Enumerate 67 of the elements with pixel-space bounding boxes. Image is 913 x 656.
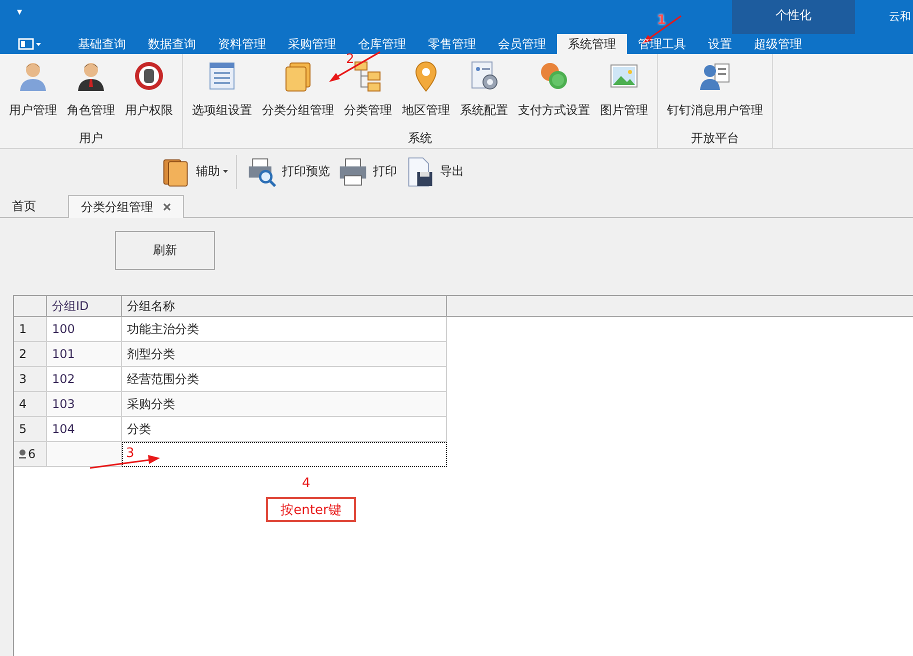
annotation-arrow <box>326 50 382 84</box>
group-label: 用户 <box>79 130 103 147</box>
document-tab[interactable]: 分类分组管理 <box>68 195 184 218</box>
row-header[interactable]: 1 <box>14 317 47 342</box>
toolbar-button[interactable]: 打印预览 <box>245 156 336 186</box>
toolbar-button[interactable]: 导出 <box>403 156 470 186</box>
ribbon-button[interactable]: 钉钉消息用户管理 <box>662 54 768 126</box>
row-number: 6 <box>28 447 36 461</box>
ribbon-button[interactable]: 选项组设置 <box>187 54 257 126</box>
row-number: 2 <box>19 347 27 361</box>
user-icon <box>75 60 107 92</box>
coins-icon <box>538 60 570 92</box>
user-icon <box>17 60 49 92</box>
ribbon-button[interactable]: 用户管理 <box>4 54 62 126</box>
menu-tab[interactable]: 基础查询 <box>67 34 137 54</box>
menu-tab[interactable]: 仓库管理 <box>347 34 417 54</box>
panel-icon <box>18 38 42 50</box>
printer-icon <box>338 156 368 186</box>
quick-access-caret[interactable]: ▾ <box>17 7 22 18</box>
menu-tab[interactable]: 会员管理 <box>487 34 557 54</box>
ribbon-button[interactable]: 支付方式设置 <box>513 54 595 126</box>
row-header[interactable]: 2 <box>14 342 47 367</box>
group-label: 开放平台 <box>691 130 739 147</box>
menu-tab[interactable]: 零售管理 <box>417 34 487 54</box>
menu-tab[interactable]: 设置 <box>697 34 743 54</box>
annotation-number: 3 <box>126 446 134 461</box>
row-header[interactable]: 6 <box>14 442 47 467</box>
group-label: 系统 <box>408 130 432 147</box>
annotation-number: 2 <box>346 52 354 67</box>
column-header[interactable]: 分组ID <box>47 296 122 316</box>
table-cell[interactable]: 剂型分类 <box>122 342 447 367</box>
window-title: 云和 <box>889 9 911 24</box>
row-number: 4 <box>19 397 27 411</box>
ribbon-button[interactable]: 用户权限 <box>120 54 178 126</box>
column-header[interactable]: 分组名称 <box>122 296 447 316</box>
ribbon-button[interactable]: 图片管理 <box>595 54 653 126</box>
row-header[interactable]: 4 <box>14 392 47 417</box>
table-cell[interactable]: 采购分类 <box>122 392 447 417</box>
caret-icon <box>223 170 228 173</box>
row-number: 3 <box>19 372 27 386</box>
table-cell: 101 <box>47 342 122 367</box>
annotation-note: 按enter键 <box>266 497 356 522</box>
table-cell[interactable] <box>122 442 447 467</box>
ribbon-button[interactable]: 分类分组管理 <box>257 54 339 126</box>
row-header[interactable]: 5 <box>14 417 47 442</box>
row-number: 1 <box>19 322 27 336</box>
edit-row-icon <box>19 449 26 459</box>
toolbar-button[interactable]: 打印 <box>336 156 403 186</box>
menu-tab[interactable]: 系统管理 <box>557 34 627 54</box>
close-icon[interactable] <box>163 203 171 211</box>
ribbon-button[interactable]: 系统配置 <box>455 54 513 126</box>
print-preview-icon <box>247 156 277 186</box>
toolbar-button[interactable]: 辅助 <box>159 156 234 186</box>
table-cell: 103 <box>47 392 122 417</box>
menu-tab[interactable]: 数据查询 <box>137 34 207 54</box>
ribbon-button[interactable]: 地区管理 <box>397 54 455 126</box>
menu-tab[interactable]: 超级管理 <box>743 34 813 54</box>
refresh-button[interactable]: 刷新 <box>115 231 215 270</box>
menu-tab[interactable]: 资料管理 <box>207 34 277 54</box>
annotation-number: 1 <box>657 13 666 28</box>
menu-tab[interactable]: 采购管理 <box>277 34 347 54</box>
annotation-number: 4 <box>302 476 310 491</box>
document-tab[interactable]: 首页 <box>0 195 48 217</box>
ribbon-button[interactable]: 角色管理 <box>62 54 120 126</box>
row-number: 5 <box>19 422 27 436</box>
context-tab-label: 个性化 <box>776 7 812 23</box>
row-header[interactable]: 3 <box>14 367 47 392</box>
